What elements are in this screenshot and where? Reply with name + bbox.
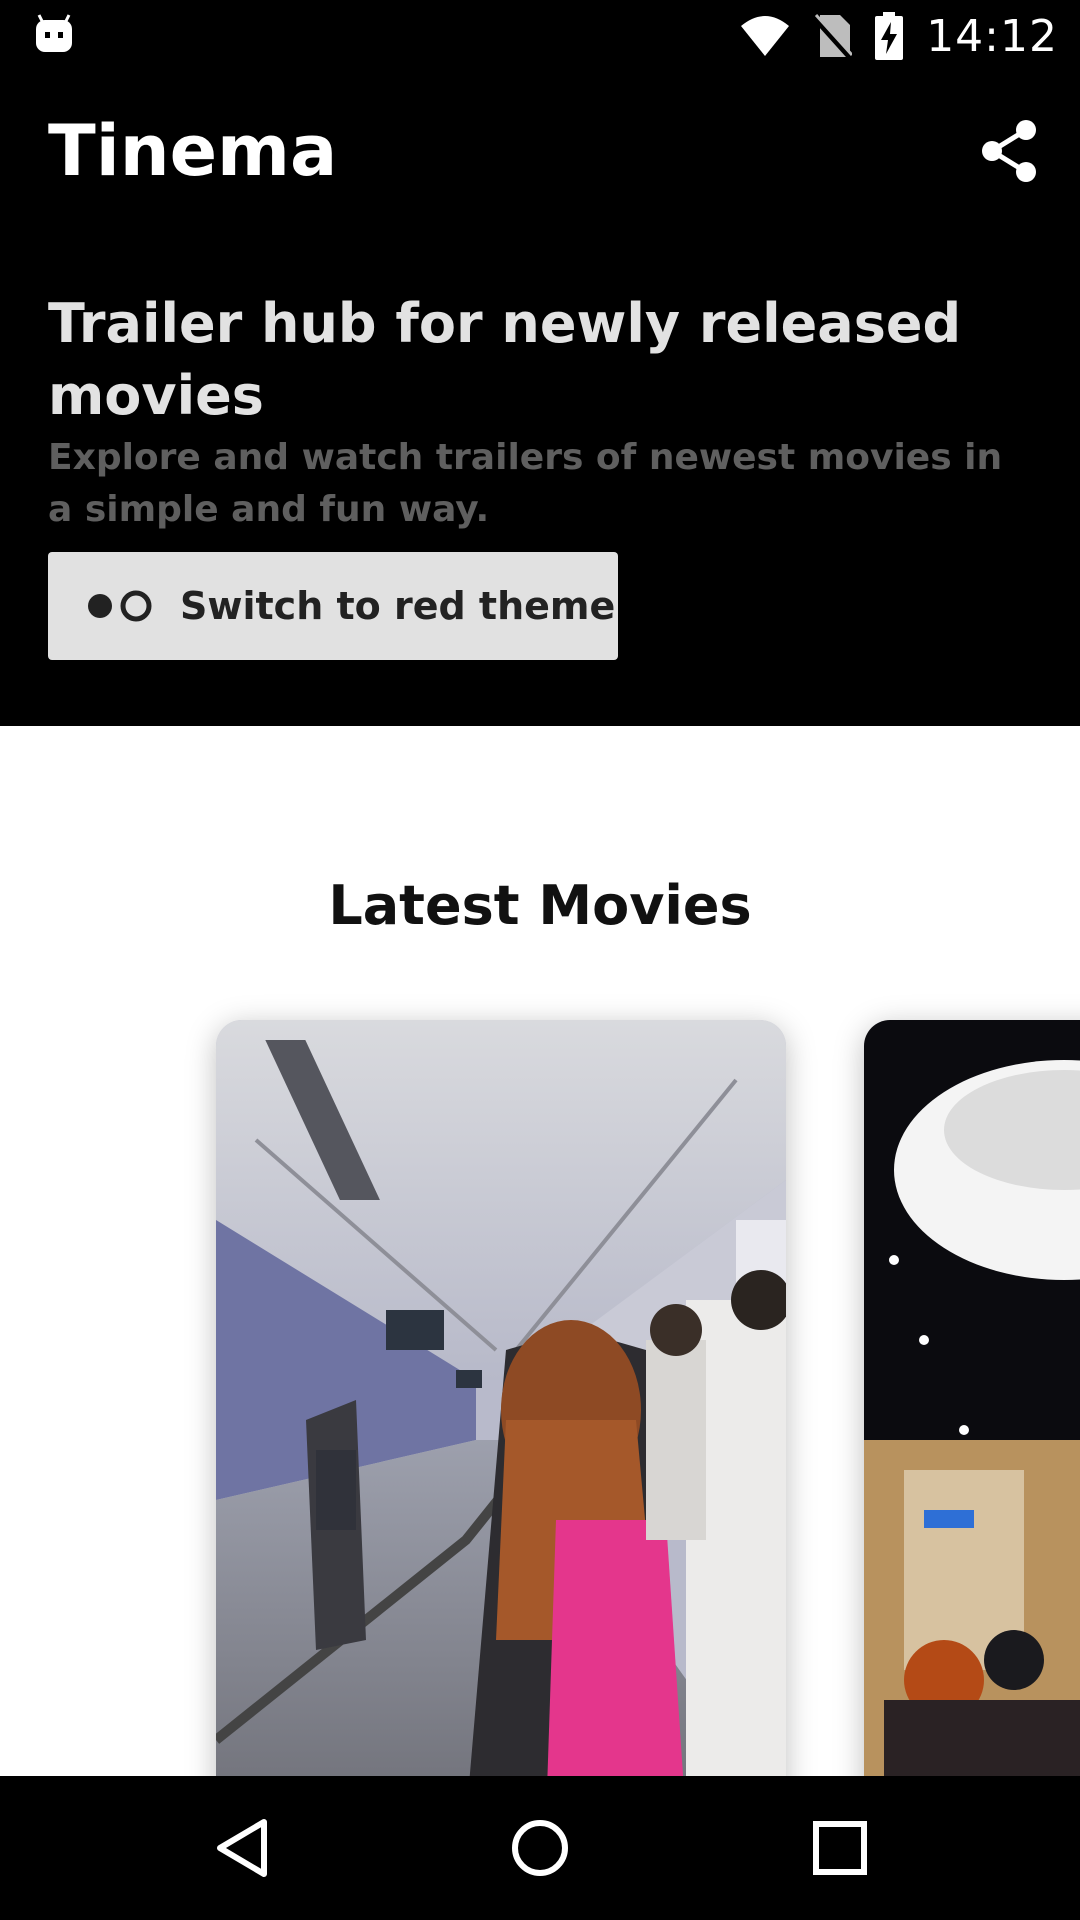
hero-title: Trailer hub for newly released movies	[48, 292, 962, 427]
home-icon[interactable]	[510, 1818, 570, 1878]
hero-subtitle: Explore and watch trailers of newest mov…	[48, 437, 1003, 530]
hero-header: Tinema Trailer hub for newly released mo…	[0, 72, 1080, 726]
switch-theme-button[interactable]: Switch to red theme	[48, 552, 618, 660]
movie-card[interactable]	[216, 1020, 786, 1776]
navigation-bar	[0, 1776, 1080, 1920]
battery-charging-icon	[875, 12, 904, 60]
status-bar: 14:12	[0, 0, 1080, 72]
section-title: Latest Movies	[328, 874, 752, 937]
back-icon[interactable]	[212, 1818, 272, 1878]
switch-theme-label: Switch to red theme	[180, 584, 616, 628]
no-sim-icon	[812, 13, 853, 59]
mall-interior-photo	[864, 1020, 1080, 1776]
app-title: Tinema	[48, 110, 338, 192]
status-time: 14:12	[926, 10, 1058, 62]
app-screen: 14:12 Tinema Trailer hub for newly relea…	[0, 0, 1080, 1920]
theme-toggle-icon	[88, 590, 152, 622]
status-icons: 14:12	[740, 10, 1058, 62]
share-icon[interactable]	[976, 118, 1042, 184]
android-debug-icon	[36, 14, 72, 52]
recents-icon[interactable]	[810, 1818, 870, 1878]
wifi-icon	[741, 16, 790, 56]
airport-walkway-photo	[216, 1020, 786, 1776]
movie-card[interactable]	[864, 1020, 1080, 1776]
latest-movies-section: Latest Movies	[0, 726, 1080, 1776]
